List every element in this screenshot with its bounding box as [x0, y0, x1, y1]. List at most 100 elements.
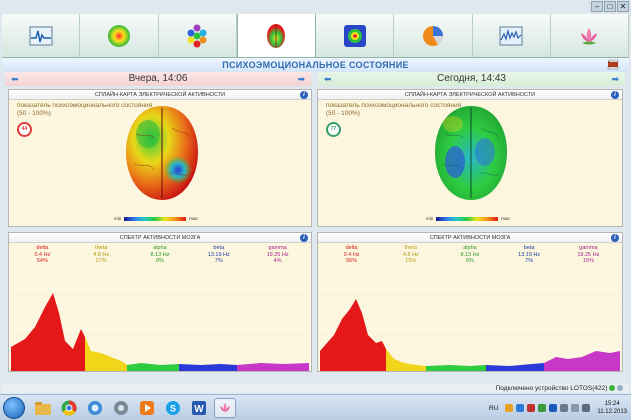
brain-heatmap-image [435, 106, 507, 200]
connection-indicator-icon [609, 385, 616, 392]
pie-chart-icon [422, 25, 443, 46]
spectrum-panel-title: СПЕКТР АКТИВНОСТИ МОЗГА [119, 235, 201, 241]
left-day-header: ⬅ Вчера, 14:06 ➡ [5, 72, 311, 86]
spectrum-panel-header: СПЕКТР АКТИВНОСТИ МОЗГА i [318, 233, 622, 243]
scale-max-label: max [501, 216, 510, 221]
band-beta: beta 13.19 Hz 7% [504, 245, 554, 265]
band-alpha: alpha 8.13 Hz 6% [445, 245, 495, 265]
toolbar-button-waveform[interactable] [473, 14, 551, 57]
band-alpha: alpha 8.13 Hz 8% [135, 245, 185, 265]
tray-volume-icon[interactable] [582, 404, 591, 412]
right-day-label: Сегодня, 14:43 [437, 73, 506, 84]
band-pct: 15% [582, 258, 594, 264]
ie-icon[interactable] [84, 398, 106, 418]
toolbar-button-aura[interactable] [80, 14, 159, 57]
band-pct: 4% [273, 258, 282, 264]
tray-flag-icon[interactable] [560, 404, 569, 412]
band-pct: 6% [465, 258, 474, 264]
color-scale: min max [426, 216, 510, 221]
band-pct: 15% [405, 258, 417, 264]
tray-network-icon[interactable] [516, 404, 525, 412]
tray-antivirus-icon[interactable] [527, 404, 536, 412]
skype-icon[interactable]: S [162, 398, 184, 418]
next-arrow-icon[interactable]: ➡ [297, 72, 305, 86]
ecg-chart-icon [29, 26, 53, 45]
band-pct: 7% [525, 258, 534, 264]
info-icon[interactable]: i [300, 91, 308, 99]
start-button[interactable] [3, 397, 25, 419]
brain-map-icon [267, 23, 286, 48]
band-delta: delta 0.4 Hz 54% [17, 245, 67, 265]
svg-text:S: S [170, 404, 176, 414]
toolbar-button-lotus[interactable] [551, 14, 629, 57]
page-title: ПСИХОЭМОЦИОНАЛЬНОЕ СОСТОЯНИЕ [222, 60, 409, 70]
band-theta: theta 4.8 Hz 15% [386, 245, 436, 265]
right-spectrum-panel: СПЕКТР АКТИВНОСТИ МОЗГА i delta 0.4 Hz 56%… [317, 232, 623, 372]
band-pct: 7% [214, 258, 223, 264]
band-gamma: gamma 19.25 Hz 4% [253, 245, 303, 265]
clock-time: 15:24 [604, 401, 620, 407]
svg-text:W: W [194, 404, 204, 415]
page-title-bar: ПСИХОЭМОЦИОНАЛЬНОЕ СОСТОЯНИЕ [2, 58, 629, 72]
info-icon[interactable]: i [300, 234, 308, 242]
spectrum-box-icon [343, 24, 366, 47]
band-delta: delta 0.4 Hz 56% [327, 245, 377, 265]
band-legend: delta 0.4 Hz 54% theta 4.8 Hz 27% alpha 8.13 … [9, 245, 311, 265]
main-toolbar [2, 14, 629, 58]
toolbar-button-ecg[interactable] [2, 14, 81, 57]
chrome-icon[interactable] [58, 398, 80, 418]
map-panel-title: СПЛАЙН-КАРТА ЭЛЕКТРИЧЕСКОЙ АКТИВНОСТИ [94, 92, 226, 98]
explorer-icon[interactable] [32, 398, 54, 418]
scale-min-label: min [114, 216, 122, 221]
tray-update-icon[interactable] [538, 404, 547, 412]
language-indicator[interactable]: RU [489, 405, 498, 412]
band-pct: 54% [36, 258, 48, 264]
tray-warning-icon[interactable] [505, 404, 514, 412]
scale-gradient-bar [124, 216, 187, 221]
map-panel-title: СПЛАЙН-КАРТА ЭЛЕКТРИЧЕСКОЙ АКТИВНОСТИ [404, 92, 536, 98]
minimize-button[interactable]: – [591, 1, 603, 12]
system-clock[interactable]: 15:24 11.12.2013 [597, 400, 627, 416]
band-pct: 56% [346, 258, 358, 264]
word-icon[interactable]: W [188, 398, 210, 418]
right-map-panel: СПЛАЙН-КАРТА ЭЛЕКТРИЧЕСКОЙ АКТИВНОСТИ i … [317, 89, 623, 227]
windows-taskbar: S W RU 15:24 11.12.2013 [0, 394, 631, 420]
prev-arrow-icon[interactable]: ⬅ [11, 72, 19, 86]
book-icon[interactable] [607, 59, 619, 70]
info-icon[interactable]: i [611, 234, 619, 242]
toolbar-button-spectrum[interactable] [316, 14, 395, 57]
spectrum-panel-header: СПЕКТР АКТИВНОСТИ МОЗГА i [9, 233, 311, 243]
waveform-chart-icon [499, 26, 523, 45]
tray-bluetooth-icon[interactable] [549, 404, 558, 412]
state-score-badge: 44 [17, 122, 32, 137]
band-theta: theta 4.8 Hz 27% [76, 245, 126, 265]
next-arrow-icon[interactable]: ➡ [611, 72, 619, 86]
clock-date: 11.12.2013 [597, 409, 627, 415]
band-beta: beta 13.19 Hz 7% [194, 245, 244, 265]
tray-signal-icon[interactable] [571, 404, 580, 412]
close-button[interactable]: ✕ [617, 1, 629, 12]
maximize-button[interactable]: □ [604, 1, 616, 12]
status-bar: Подключено устройство LOTOS(422) [2, 384, 629, 393]
state-score-badge: 77 [326, 122, 341, 137]
media-app-icon[interactable] [110, 398, 132, 418]
scale-max-label: max [189, 216, 198, 221]
right-day-header: ⬅ Сегодня, 14:43 ➡ [318, 72, 625, 86]
lotus-app-icon[interactable] [214, 398, 236, 418]
brain-heatmap-image [126, 106, 198, 200]
settings-indicator-icon [617, 385, 623, 392]
device-status-text: Подключено устройство LOTOS(422) [495, 385, 608, 392]
toolbar-button-brain-map[interactable] [236, 14, 316, 57]
scale-min-label: min [426, 216, 434, 221]
left-map-panel: СПЛАЙН-КАРТА ЭЛЕКТРИЧЕСКОЙ АКТИВНОСТИ i … [8, 89, 312, 227]
player-icon[interactable] [136, 398, 158, 418]
prev-arrow-icon[interactable]: ⬅ [324, 72, 332, 86]
band-legend: delta 0.4 Hz 56% theta 4.8 Hz 15% alpha 8.13 … [318, 245, 622, 265]
toolbar-button-chakras[interactable] [159, 14, 237, 57]
info-icon[interactable]: i [611, 91, 619, 99]
system-tray: RU 15:24 11.12.2013 [489, 395, 631, 420]
toolbar-button-pie[interactable] [394, 14, 473, 57]
band-pct: 8% [156, 258, 164, 264]
scale-gradient-bar [436, 216, 499, 221]
aura-circle-icon [107, 24, 130, 47]
